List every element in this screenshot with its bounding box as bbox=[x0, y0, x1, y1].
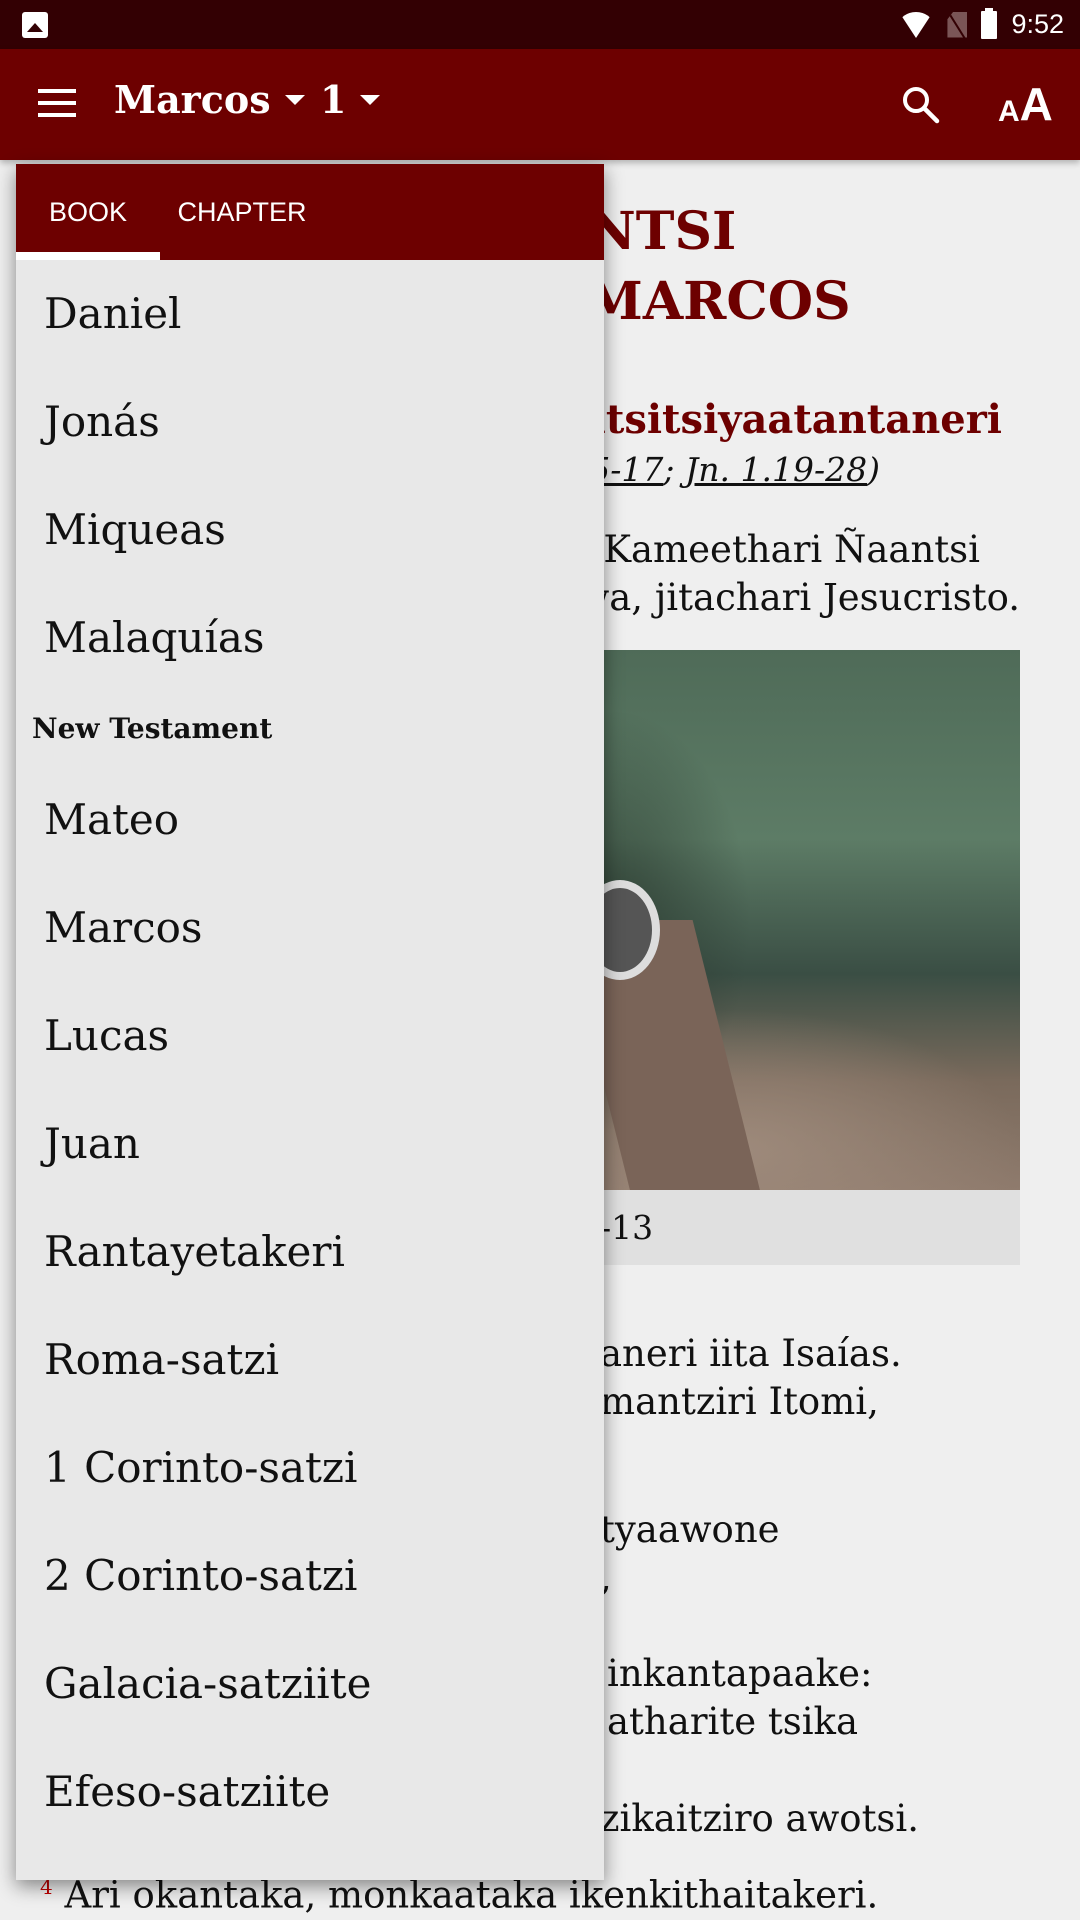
tab-book[interactable]: BOOK bbox=[16, 164, 160, 260]
book-item[interactable]: 1 Corinto-satzi bbox=[16, 1414, 604, 1522]
book-item[interactable]: Mateo bbox=[16, 766, 604, 874]
book-selector[interactable]: Marcos bbox=[114, 77, 305, 122]
book-item[interactable]: Jonás bbox=[16, 368, 604, 476]
book-list[interactable]: Daniel Jonás Miqueas Malaquías New Testament… bbox=[16, 260, 604, 1846]
book-item[interactable]: 2 Corinto-satzi bbox=[16, 1522, 604, 1630]
book-item[interactable]: Rantayetakeri bbox=[16, 1198, 604, 1306]
book-item[interactable]: Miqueas bbox=[16, 476, 604, 584]
reference-link[interactable]: Jn. 1.19-28 bbox=[685, 450, 867, 489]
battery-icon bbox=[981, 7, 998, 39]
book-item[interactable]: Roma-satzi bbox=[16, 1306, 604, 1414]
menu-icon[interactable] bbox=[38, 89, 76, 117]
book-chapter-picker: BOOK CHAPTER Daniel Jonás Miqueas Malaquías… bbox=[16, 164, 604, 1880]
clock: 9:52 bbox=[1011, 9, 1064, 39]
app-bar: Marcos 1 AA bbox=[0, 49, 1080, 160]
book-item[interactable]: Lucas bbox=[16, 982, 604, 1090]
wifi-icon bbox=[899, 11, 934, 38]
testament-header: New Testament bbox=[32, 712, 273, 745]
tab-chapter[interactable]: CHAPTER bbox=[160, 164, 324, 260]
caret-down-icon bbox=[284, 94, 305, 105]
book-item[interactable]: Galacia-satziite bbox=[16, 1630, 604, 1738]
status-icons: 9:52 bbox=[899, 0, 1064, 49]
picker-tabs: BOOK CHAPTER bbox=[16, 164, 604, 260]
chapter-selector-label: 1 bbox=[320, 77, 347, 122]
status-bar: 9:52 bbox=[0, 0, 1080, 49]
gallery-icon bbox=[22, 12, 48, 38]
book-item[interactable]: Malaquías bbox=[16, 584, 604, 692]
book-selector-label: Marcos bbox=[114, 77, 271, 122]
search-icon[interactable] bbox=[900, 84, 940, 124]
no-sim-icon bbox=[947, 11, 968, 38]
text-size-icon[interactable]: AA bbox=[998, 77, 1053, 127]
active-tab-indicator bbox=[16, 252, 160, 260]
chapter-selector[interactable]: 1 bbox=[320, 77, 381, 122]
book-item[interactable]: Efeso-satziite bbox=[16, 1738, 604, 1846]
book-item[interactable]: Daniel bbox=[16, 260, 604, 368]
book-item[interactable]: Marcos bbox=[16, 874, 604, 982]
caret-down-icon bbox=[360, 94, 381, 105]
book-item[interactable]: Juan bbox=[16, 1090, 604, 1198]
